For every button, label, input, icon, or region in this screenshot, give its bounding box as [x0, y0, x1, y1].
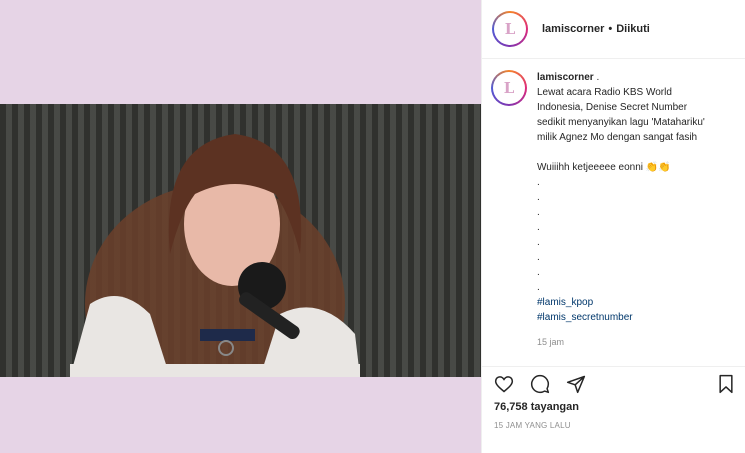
avatar[interactable]: L	[492, 11, 528, 47]
avatar-logo: L	[504, 20, 516, 38]
header-text: lamiscorner • Diikuti	[542, 23, 650, 35]
comment-icon	[530, 374, 550, 393]
caption-username-link[interactable]: lamiscorner	[537, 72, 594, 83]
caption-avatar-image: L	[493, 72, 525, 104]
caption-avatar[interactable]: L	[491, 70, 527, 106]
account-name-link[interactable]: lamiscorner	[542, 23, 604, 35]
caption-line: Indonesia, Denise Secret Number	[537, 102, 688, 113]
comment-button[interactable]	[529, 373, 551, 395]
caption-dot: .	[537, 267, 540, 278]
hashtag-link[interactable]: #lamis_kpop	[537, 295, 732, 310]
caption-line: Lewat acara Radio KBS World	[537, 87, 672, 98]
caption-dot: .	[537, 177, 540, 188]
heart-icon	[494, 375, 514, 392]
caption-dot: .	[537, 282, 540, 293]
caption-comment: L lamiscorner . Lewat acara Radio KBS Wo…	[491, 70, 736, 350]
caption-avatar-logo: L	[503, 79, 515, 97]
post-timestamp: 15 JAM YANG LALU	[494, 421, 571, 430]
caption-age: 15 jam	[537, 337, 565, 347]
hashtag-link[interactable]: #lamis_secretnumber	[537, 310, 732, 325]
like-button[interactable]	[493, 373, 515, 395]
follow-status-button[interactable]: Diikuti	[616, 23, 650, 35]
view-count[interactable]: 76,758 tayangan	[494, 401, 579, 413]
action-bar	[481, 366, 745, 400]
share-icon	[566, 375, 586, 393]
caption-user-suffix: .	[596, 72, 600, 83]
caption-dot: .	[537, 192, 540, 203]
post-media	[0, 0, 481, 453]
video-player[interactable]	[0, 104, 481, 377]
caption-exclaim: Wuiiihh ketjeeeee eonni 👏👏	[537, 162, 671, 173]
header-separator: •	[608, 23, 613, 35]
caption-line: milik Agnez Mo dengan sangat fasih	[537, 132, 698, 143]
avatar-image: L	[494, 13, 526, 45]
caption-dot: .	[537, 207, 540, 218]
video-still	[70, 134, 360, 377]
save-button[interactable]	[715, 373, 737, 395]
bookmark-icon	[719, 374, 733, 393]
caption-dot: .	[537, 237, 540, 248]
caption-body: lamiscorner . Lewat acara Radio KBS Worl…	[537, 70, 732, 350]
caption-dot: .	[537, 222, 540, 233]
post-header: L lamiscorner • Diikuti	[482, 0, 745, 59]
caption-dot: .	[537, 252, 540, 263]
caption-line: sedikit menyanyikan lagu 'Matahariku'	[537, 117, 705, 128]
share-button[interactable]	[565, 373, 587, 395]
